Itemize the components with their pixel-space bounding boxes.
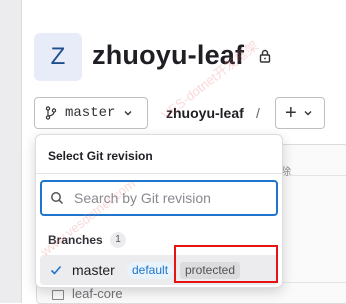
git-branch-icon: [45, 106, 57, 120]
default-badge: default: [127, 262, 174, 279]
breadcrumb-project[interactable]: zhuoyu-leaf: [166, 105, 244, 121]
breadcrumb-separator: /: [256, 105, 260, 121]
check-icon: [50, 265, 62, 275]
left-rail: [0, 0, 22, 303]
search-input[interactable]: [72, 187, 272, 209]
project-avatar: Z: [34, 33, 82, 81]
file-tree-item[interactable]: leaf-core: [72, 286, 123, 301]
dropdown-divider: [36, 173, 282, 174]
branch-name: master: [72, 262, 115, 278]
search-field[interactable]: [40, 180, 278, 216]
branch-switcher-button[interactable]: master: [34, 97, 148, 129]
chevron-down-icon: [124, 111, 132, 116]
annotation-highlight-box: [174, 245, 278, 283]
add-menu-button[interactable]: +: [275, 97, 325, 129]
project-title[interactable]: zhuoyu-leaf: [92, 40, 244, 71]
branches-section-label: Branches: [48, 233, 103, 247]
folder-icon: [52, 290, 64, 300]
dropdown-title: Select Git revision: [48, 149, 153, 163]
branches-count-badge: 1: [110, 232, 126, 248]
branch-button-label: master: [65, 105, 116, 121]
lock-icon: [259, 49, 271, 63]
plus-icon: +: [285, 102, 297, 124]
search-icon: [51, 192, 64, 205]
chevron-down-icon: [304, 111, 312, 116]
